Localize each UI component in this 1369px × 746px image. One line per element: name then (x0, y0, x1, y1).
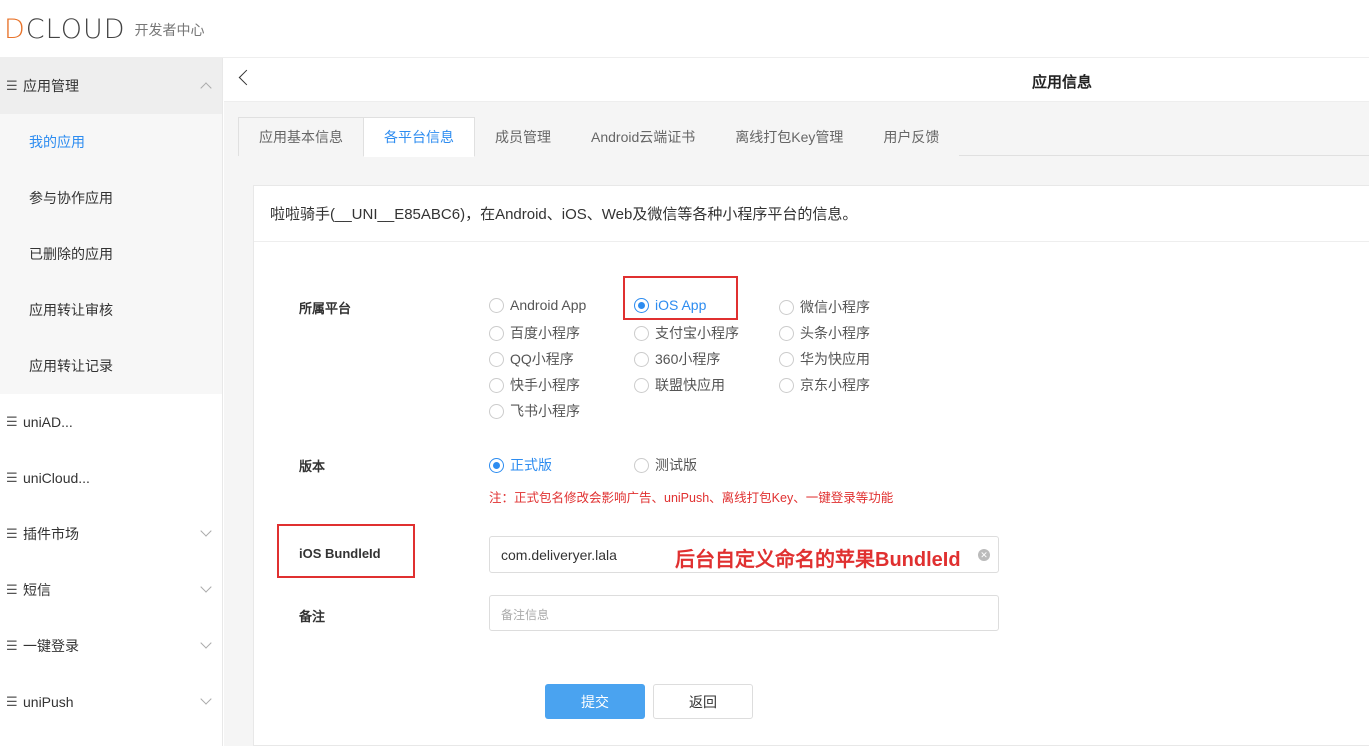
radio-circle (779, 351, 794, 367)
chevron-up-icon (200, 82, 212, 94)
card-description: 啦啦骑手(__UNI__E85ABC6)，在Android、iOS、Web及微信… (254, 186, 1369, 242)
radio-circle (634, 377, 649, 393)
list-icon: ☰ (6, 694, 18, 709)
sidebar: ☰ 应用管理 我的应用 参与协作应用 已删除的应用 应用转让审核 应用转让记录 … (0, 58, 223, 746)
list-icon: ☰ (6, 470, 18, 485)
sidebar-item-collab-apps[interactable]: 参与协作应用 (0, 170, 222, 226)
dcloud-logo[interactable]: DCLOUD 开发者中心 (4, 14, 205, 45)
radio-wechat-mp[interactable]: 微信小程序 (779, 297, 870, 317)
sidebar-group-unipush[interactable]: ☰ uniPush (0, 674, 222, 730)
bundle-id-annotation: 后台自定义命名的苹果BundleId (675, 549, 961, 571)
chevron-down-icon (200, 581, 212, 593)
radio-android-app[interactable]: Android App (489, 297, 586, 313)
radio-circle (489, 325, 504, 341)
radio-jd-mp[interactable]: 京东小程序 (779, 375, 870, 395)
radio-circle (634, 351, 649, 367)
radio-alipay-mp[interactable]: 支付宝小程序 (634, 323, 739, 343)
logo-wordmark: DCLOUD (4, 14, 126, 45)
radio-circle (779, 377, 794, 393)
radio-circle (634, 325, 649, 341)
radio-union-quickapp[interactable]: 联盟快应用 (634, 375, 725, 395)
list-icon: ☰ (6, 78, 18, 93)
sidebar-group-uniad[interactable]: ☰ uniAD... (0, 394, 222, 450)
radio-huawei-quickapp[interactable]: 华为快应用 (779, 349, 870, 369)
sidebar-group-label: 短信 (23, 582, 51, 598)
list-icon: ☰ (6, 526, 18, 541)
remark-input[interactable]: 备注信息 (489, 595, 999, 631)
page-title: 应用信息 (1032, 74, 1093, 91)
tab-offline-key[interactable]: 离线打包Key管理 (715, 117, 864, 156)
remark-placeholder: 备注信息 (501, 608, 550, 622)
sidebar-group-app-mgmt[interactable]: ☰ 应用管理 (0, 58, 222, 114)
sidebar-group-label: uniPush (23, 694, 74, 710)
back-arrow-icon[interactable] (238, 69, 255, 86)
platform-info-card: 啦啦骑手(__UNI__E85ABC6)，在Android、iOS、Web及微信… (253, 185, 1369, 746)
sidebar-group-label: uniCloud... (23, 470, 90, 486)
list-icon: ☰ (6, 414, 18, 429)
back-button[interactable]: 返回 (653, 684, 753, 719)
radio-qq-mp[interactable]: QQ小程序 (489, 349, 574, 369)
list-icon: ☰ (6, 638, 18, 653)
radio-baidu-mp[interactable]: 百度小程序 (489, 323, 580, 343)
radio-360-mp[interactable]: 360小程序 (634, 349, 720, 369)
tab-feedback[interactable]: 用户反馈 (863, 117, 960, 156)
sidebar-group-label: uniAD... (23, 414, 73, 430)
radio-kuaishou-mp[interactable]: 快手小程序 (489, 375, 580, 395)
tab-platform-info[interactable]: 各平台信息 (363, 117, 475, 157)
tab-android-cert[interactable]: Android云端证书 (571, 117, 716, 156)
sidebar-group-unicloud[interactable]: ☰ uniCloud... (0, 450, 222, 506)
platform-label: 所属平台 (299, 301, 352, 316)
sidebar-item-transfer-records[interactable]: 应用转让记录 (0, 338, 222, 394)
sidebar-group-one-click-login[interactable]: ☰ 一键登录 (0, 618, 222, 674)
tab-basic-info[interactable]: 应用基本信息 (238, 117, 363, 156)
version-warning-note: 注：正式包名修改会影响广告、uniPush、离线打包Key、一键登录等功能 (489, 491, 894, 505)
list-icon: ☰ (6, 582, 18, 597)
sidebar-item-transfer-review[interactable]: 应用转让审核 (0, 282, 222, 338)
radio-toutiao-mp[interactable]: 头条小程序 (779, 323, 870, 343)
submit-button[interactable]: 提交 (545, 684, 645, 719)
tab-members[interactable]: 成员管理 (475, 117, 571, 156)
radio-release-version[interactable]: 正式版 (489, 455, 552, 475)
radio-circle (489, 297, 504, 313)
top-header: DCLOUD 开发者中心 (0, 0, 1369, 58)
bundle-id-label: iOS BundleId (299, 546, 381, 561)
radio-circle (779, 299, 794, 315)
chevron-down-icon (200, 637, 212, 649)
chevron-down-icon (200, 693, 212, 705)
sidebar-group-label: 一键登录 (23, 638, 79, 654)
sidebar-submenu: 我的应用 参与协作应用 已删除的应用 应用转让审核 应用转让记录 (0, 114, 222, 394)
bundle-id-value: com.deliveryer.lala (501, 547, 617, 563)
sidebar-group-sms[interactable]: ☰ 短信 (0, 562, 222, 618)
sidebar-group-label: 插件市场 (23, 526, 79, 542)
radio-circle (489, 403, 504, 419)
highlight-box-ios (623, 276, 738, 320)
radio-circle (489, 377, 504, 393)
chevron-down-icon (200, 525, 212, 537)
radio-circle (489, 457, 504, 473)
main-header: 应用信息 (224, 58, 1369, 102)
radio-feishu-mp[interactable]: 飞书小程序 (489, 401, 580, 421)
remark-label: 备注 (299, 609, 326, 624)
clear-icon[interactable]: ✕ (978, 549, 990, 561)
tab-bar: 应用基本信息 各平台信息 成员管理 Android云端证书 离线打包Key管理 … (238, 117, 1369, 157)
sidebar-item-my-apps[interactable]: 我的应用 (0, 114, 222, 170)
radio-circle (779, 325, 794, 341)
sidebar-item-deleted-apps[interactable]: 已删除的应用 (0, 226, 222, 282)
sidebar-group-plugin-market[interactable]: ☰ 插件市场 (0, 506, 222, 562)
radio-circle (634, 457, 649, 473)
radio-test-version[interactable]: 测试版 (634, 455, 697, 475)
version-label: 版本 (299, 459, 326, 474)
logo-subtitle: 开发者中心 (134, 21, 205, 38)
sidebar-group-label: 应用管理 (23, 78, 79, 94)
radio-circle (489, 351, 504, 367)
